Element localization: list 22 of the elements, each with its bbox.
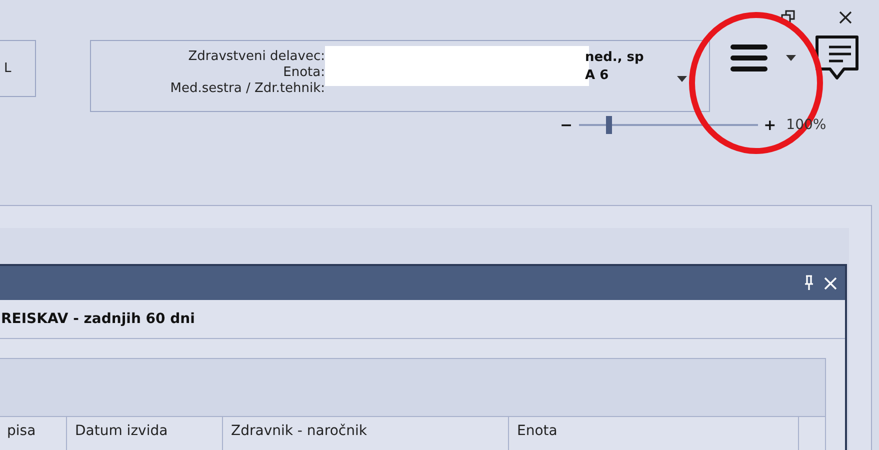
caret-icon[interactable] bbox=[786, 55, 796, 61]
report-title: REISKAV - zadnjih 60 dni bbox=[1, 311, 195, 327]
pin-icon[interactable] bbox=[804, 275, 814, 291]
left-button[interactable]: L bbox=[0, 40, 36, 97]
field-label: Med.sestra / Zdr.tehnik: bbox=[170, 81, 325, 97]
field-label: Zdravstveni delavec: bbox=[188, 49, 325, 65]
column-header[interactable]: Enota bbox=[509, 417, 799, 450]
field-value: ned., sp bbox=[585, 49, 644, 67]
zoom-out-button[interactable]: − bbox=[560, 116, 573, 134]
message-icon[interactable] bbox=[814, 34, 860, 82]
menu-icon[interactable] bbox=[730, 43, 768, 73]
close-icon[interactable] bbox=[839, 10, 852, 24]
column-header[interactable]: Zdravnik - naročnik bbox=[223, 417, 509, 450]
field-value: A 6 bbox=[585, 67, 610, 85]
zoom-in-button[interactable]: + bbox=[764, 116, 776, 134]
slider-thumb[interactable] bbox=[606, 116, 612, 134]
column-header[interactable]: pisa bbox=[0, 417, 67, 450]
field-label: Enota: bbox=[283, 65, 325, 81]
restore-icon[interactable] bbox=[781, 10, 795, 24]
staff-panel[interactable]: Zdravstveni delavec: Enota: Med.sestra / Zdr.tehnik: ned., sp A 6 bbox=[90, 40, 710, 112]
column-header[interactable]: Datum izvida bbox=[67, 417, 223, 450]
caret-icon[interactable] bbox=[677, 76, 687, 82]
